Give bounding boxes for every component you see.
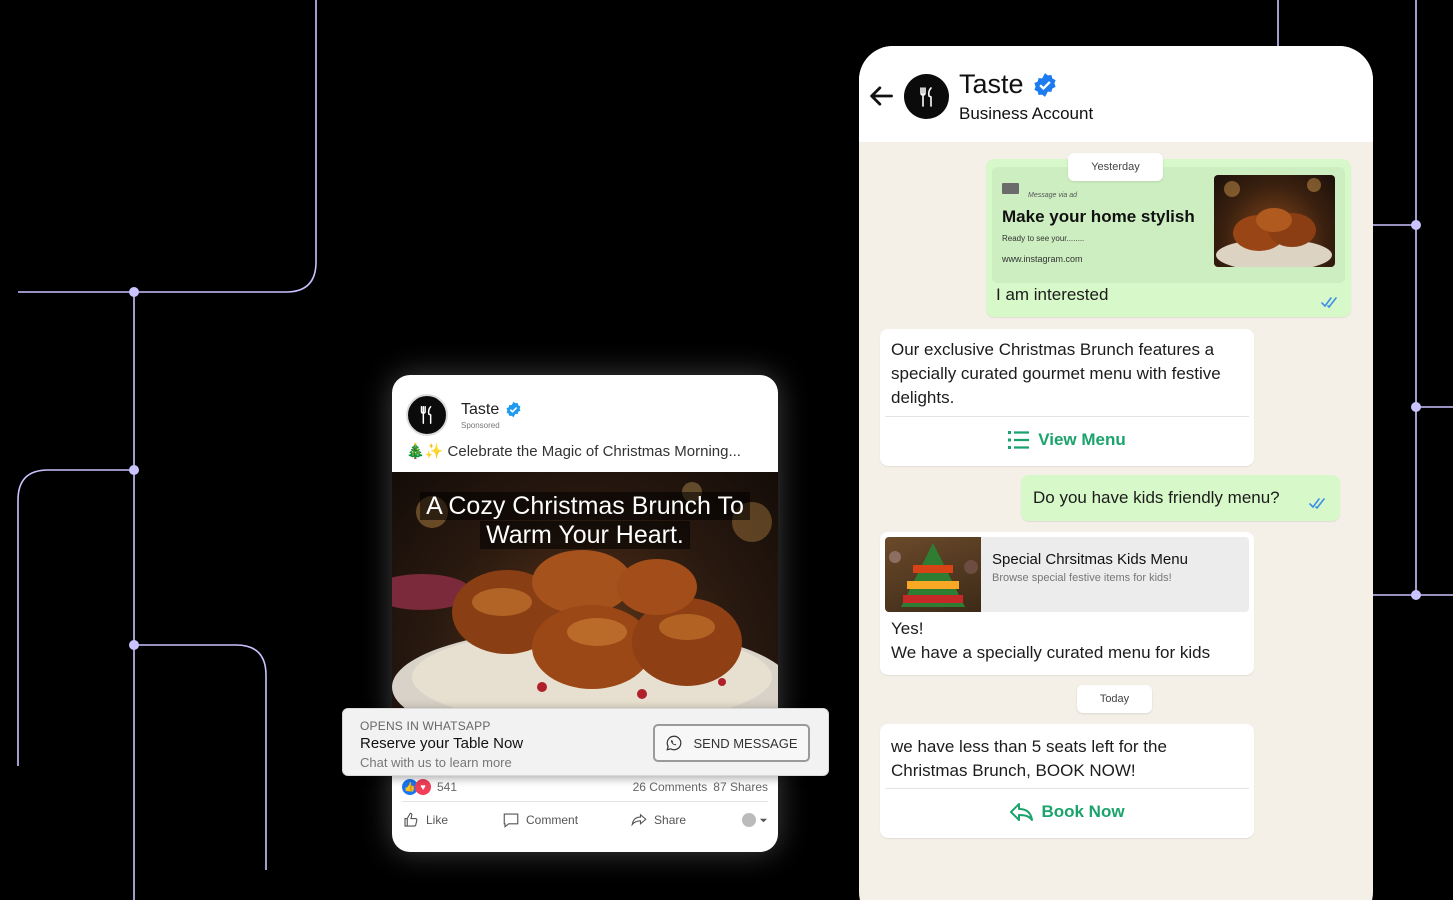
menu-message-text: Our exclusive Christmas Brunch features … [891, 340, 1221, 407]
date-chip-today: Today [1077, 685, 1152, 713]
date-chip-yesterday: Yesterday [1068, 153, 1163, 181]
reply-arrow-icon [1010, 802, 1034, 821]
view-menu-label: View Menu [1038, 429, 1126, 449]
view-menu-button[interactable]: View Menu [885, 416, 1249, 462]
wa-chat-header: Taste Business Account [859, 46, 1373, 142]
ad-thumbnail-image [1214, 175, 1335, 267]
sponsored-label: Sponsored [461, 420, 500, 430]
kids-menu-subtitle: Browse special festive items for kids! [992, 572, 1172, 584]
ad-reply-message: I am interested [996, 285, 1109, 304]
share-label: Share [654, 813, 687, 827]
audience-selector[interactable] [742, 813, 768, 827]
cta-overline: OPENS IN WHATSAPP [360, 719, 491, 733]
verified-badge-icon [1033, 72, 1056, 97]
list-icon [1008, 430, 1030, 449]
kids-question-text: Do you have kids friendly menu? [1033, 488, 1280, 507]
reactions-count[interactable]: 541 [437, 780, 457, 794]
cutlery-icon [420, 406, 432, 424]
whatsapp-cta-bar: OPENS IN WHATSAPP Reserve your Table Now… [342, 708, 829, 776]
headline-line-1: A Cozy Christmas Brunch To [420, 492, 750, 520]
verified-badge-icon [506, 401, 521, 418]
wa-contact-avatar[interactable] [904, 74, 949, 119]
whatsapp-phone: Taste Business Account Message via ad Ma… [859, 46, 1373, 900]
kids-reply-line-2: We have a specially curated menu for kid… [891, 643, 1211, 662]
wa-contact-subtitle: Business Account [959, 104, 1094, 123]
book-message-text: we have less than 5 seats left for the C… [891, 737, 1167, 780]
cta-subtitle: Chat with us to learn more [360, 755, 512, 770]
like-label: Like [426, 813, 449, 827]
ad-reply-bubble[interactable]: Message via ad Make your home stylish Re… [986, 159, 1351, 317]
chevron-down-icon [759, 818, 768, 822]
fb-post-header: Taste Sponsored [406, 393, 522, 437]
send-message-button[interactable]: SEND MESSAGE [653, 724, 810, 762]
comments-count[interactable]: 26 Comments [633, 780, 708, 794]
kids-reply-line-1: Yes! [891, 619, 924, 638]
kids-menu-title: Special Chrsitmas Kids Menu [992, 551, 1188, 568]
message-via-ad-icon [1002, 183, 1019, 194]
send-message-label: SEND MESSAGE [693, 735, 798, 751]
cta-title: Reserve your Table Now [360, 735, 524, 752]
menu-message-bubble: Our exclusive Christmas Brunch features … [880, 329, 1254, 466]
fb-page-name[interactable]: Taste [461, 401, 499, 419]
fb-action-bar: Like Comment Share [392, 808, 778, 832]
shares-count[interactable]: 87 Shares [713, 780, 768, 794]
fb-post-image[interactable]: A Cozy Christmas Brunch To Warm Your Hea… [392, 472, 778, 712]
love-reaction-icon: ♥ [415, 779, 431, 795]
ad-title: Make your home stylish [1002, 207, 1195, 226]
profile-dot-icon [742, 813, 756, 827]
ad-preview-card[interactable]: Message via ad Make your home stylish Re… [992, 167, 1345, 283]
whatsapp-icon [666, 735, 682, 751]
facebook-ad-card: Taste Sponsored 🎄✨ Celebrate the Magic o… [392, 375, 778, 852]
share-icon [631, 813, 647, 827]
book-now-label: Book Now [1041, 801, 1125, 821]
kids-menu-card[interactable]: Special Chrsitmas Kids Menu Browse speci… [885, 537, 1249, 612]
like-button[interactable]: Like [402, 811, 448, 829]
back-arrow-icon[interactable] [867, 82, 895, 110]
thumbs-up-icon [404, 812, 418, 827]
share-button[interactable]: Share [630, 811, 686, 829]
comment-label: Comment [526, 813, 579, 827]
ad-url: www.instagram.com [1002, 254, 1083, 264]
fb-divider [402, 801, 768, 802]
cutlery-icon [919, 86, 932, 107]
kids-menu-thumbnail [885, 537, 981, 612]
fb-engagement-stats: 👍 ♥ 541 26 Comments 87 Shares [402, 777, 768, 797]
book-now-button[interactable]: Book Now [885, 788, 1249, 834]
fb-image-headline: A Cozy Christmas Brunch To Warm Your Hea… [392, 492, 778, 550]
kids-reply-bubble: Special Chrsitmas Kids Menu Browse speci… [880, 532, 1254, 675]
double-check-read-icon [1309, 498, 1325, 509]
kids-question-bubble[interactable]: Do you have kids friendly menu? [1021, 475, 1340, 521]
double-check-read-icon [1321, 297, 1337, 308]
wa-contact-name[interactable]: Taste [959, 69, 1024, 100]
book-message-bubble: we have less than 5 seats left for the C… [880, 724, 1254, 838]
fb-post-caption: 🎄✨ Celebrate the Magic of Christmas Morn… [406, 443, 741, 460]
roast-chicken-thumbnail [1216, 178, 1332, 267]
festive-tree-food-image [889, 543, 978, 607]
comment-button[interactable]: Comment [502, 811, 578, 829]
fb-page-avatar[interactable] [406, 394, 448, 436]
headline-line-2: Warm Your Heart. [480, 521, 690, 549]
comment-icon [503, 813, 519, 828]
